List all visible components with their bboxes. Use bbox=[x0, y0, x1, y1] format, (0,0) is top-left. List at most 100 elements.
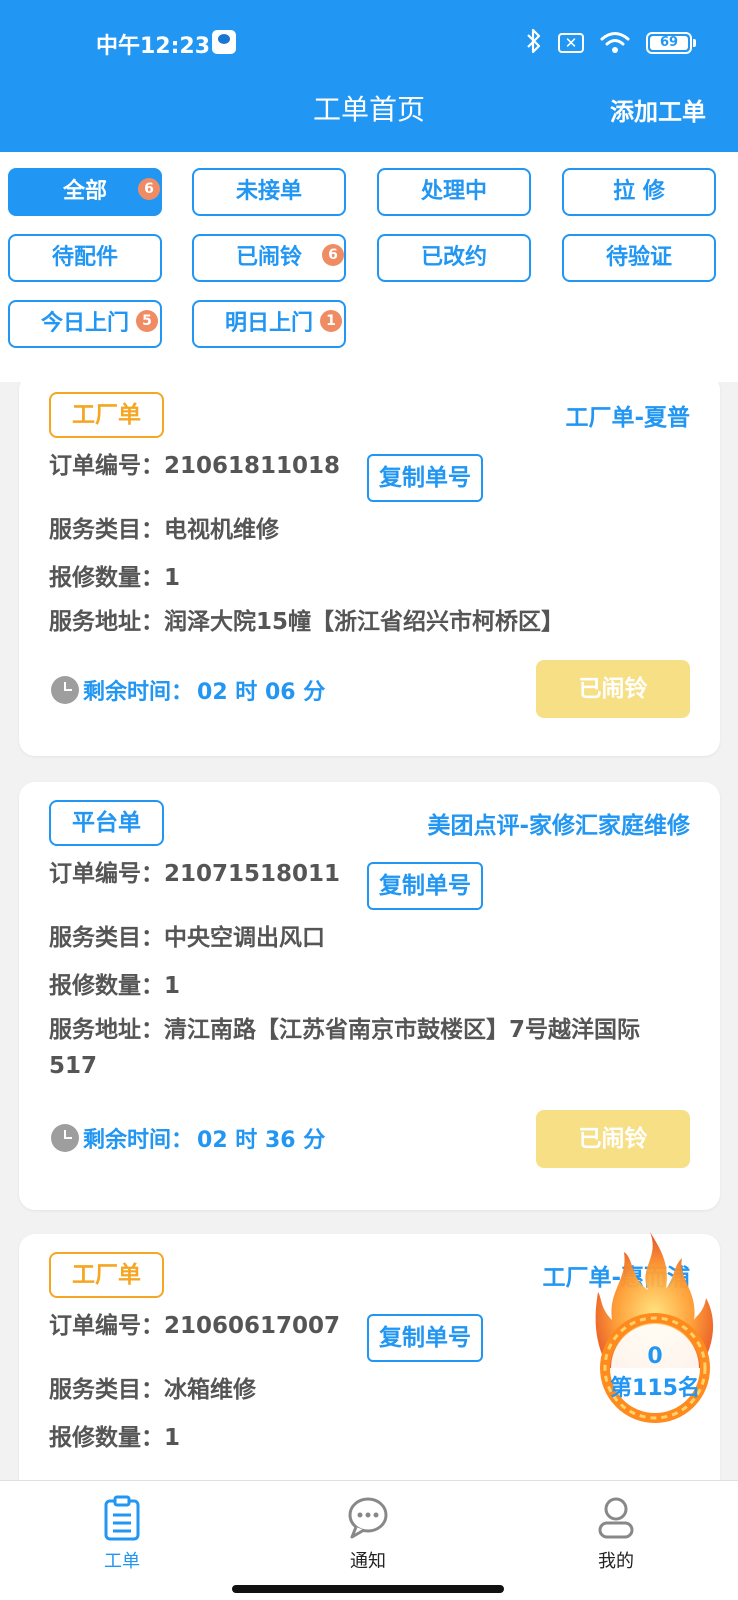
filter-alarmed-badge: 6 bbox=[322, 244, 344, 266]
order-number-row: 订单编号：21060617007 bbox=[49, 1308, 340, 1344]
quantity-row: 报修数量：1 bbox=[49, 968, 180, 1004]
battery-icon: 69 bbox=[646, 32, 696, 54]
filter-waiting-parts-label: 待配件 bbox=[51, 245, 118, 270]
order-number-label: 订单编号： bbox=[49, 1313, 164, 1339]
filter-processing[interactable]: 处理中 bbox=[377, 168, 531, 216]
order-card[interactable]: 平台单 美团点评-家修汇家庭维修 订单编号：21071518011 复制单号 服… bbox=[19, 782, 720, 1210]
service-type-value: 中央空调出风口 bbox=[164, 925, 325, 951]
order-number-label: 订单编号： bbox=[49, 861, 164, 887]
remaining-value: 02 时 06 分 bbox=[197, 680, 326, 705]
service-type-value: 冰箱维修 bbox=[164, 1377, 256, 1403]
ranking-number: 0 bbox=[647, 1344, 663, 1369]
filter-today-visit-label: 今日上门 bbox=[40, 311, 129, 336]
battery-level: 69 bbox=[650, 36, 688, 50]
status-bar: 中午12:23 ✕ 69 bbox=[0, 0, 738, 86]
filter-unaccepted-label: 未接单 bbox=[235, 179, 302, 204]
service-type-row: 服务类目：冰箱维修 bbox=[49, 1372, 256, 1408]
wifi-icon bbox=[600, 31, 630, 55]
order-type-tag: 工厂单 bbox=[49, 392, 164, 438]
filter-processing-label: 处理中 bbox=[420, 179, 487, 204]
filter-tomorrow-badge: 1 bbox=[320, 310, 342, 332]
filter-all[interactable]: 全部 6 bbox=[8, 168, 162, 216]
quantity-label: 报修数量： bbox=[49, 973, 164, 999]
filter-alarmed-label: 已闹铃 bbox=[235, 245, 302, 270]
order-number-value: 21061811018 bbox=[164, 453, 341, 479]
filter-rescheduled[interactable]: 已改约 bbox=[377, 234, 531, 282]
copy-order-number-button[interactable]: 复制单号 bbox=[367, 862, 483, 910]
app-notification-icon bbox=[212, 30, 236, 54]
quantity-value: 1 bbox=[164, 565, 181, 591]
address-label: 服务地址： bbox=[49, 609, 164, 635]
alarmed-button[interactable]: 已闹铃 bbox=[536, 660, 690, 718]
service-type-label: 服务类目： bbox=[49, 925, 164, 951]
bottom-nav: 工单 通知 我的 bbox=[0, 1480, 738, 1600]
quantity-value: 1 bbox=[164, 1425, 181, 1451]
filter-pull-repair-label: 拉 修 bbox=[613, 179, 665, 204]
tab-notify-label: 通知 bbox=[350, 1551, 386, 1572]
remaining-time: 剩余时间： 02 时 06 分 bbox=[51, 674, 325, 706]
order-type-tag: 工厂单 bbox=[49, 1252, 164, 1298]
status-time: 中午12:23 bbox=[96, 34, 211, 59]
remaining-label: 剩余时间： bbox=[83, 1128, 194, 1153]
quantity-label: 报修数量： bbox=[49, 1425, 164, 1451]
remaining-value: 02 时 36 分 bbox=[197, 1128, 326, 1153]
ranking-label: 第115名 bbox=[610, 1376, 700, 1401]
filter-alarmed[interactable]: 已闹铃 6 bbox=[192, 234, 346, 282]
service-type-label: 服务类目： bbox=[49, 517, 164, 543]
copy-order-number-button[interactable]: 复制单号 bbox=[367, 454, 483, 502]
home-indicator[interactable] bbox=[232, 1585, 504, 1593]
chat-bubble-icon bbox=[348, 1497, 388, 1539]
top-bar: 中午12:23 ✕ 69 工单首页 添加工单 bbox=[0, 0, 738, 152]
clipboard-icon bbox=[104, 1495, 140, 1541]
alarmed-button[interactable]: 已闹铃 bbox=[536, 1110, 690, 1168]
address-row: 服务地址：清江南路【江苏省南京市鼓楼区】7号越洋国际517 bbox=[49, 1012, 679, 1084]
address-value: 润泽大院15幢【浙江省绍兴市柯桥区】 bbox=[164, 609, 565, 635]
order-source: 工厂单-夏普 bbox=[565, 405, 690, 431]
no-sim-icon: ✕ bbox=[558, 33, 584, 53]
filter-tomorrow-visit-label: 明日上门 bbox=[224, 311, 313, 336]
tab-orders-label: 工单 bbox=[104, 1551, 140, 1572]
clock-icon bbox=[51, 1124, 79, 1152]
quantity-row: 报修数量：1 bbox=[49, 1420, 180, 1456]
order-number-value: 21071518011 bbox=[164, 861, 341, 887]
tab-orders[interactable]: 工单 bbox=[62, 1495, 182, 1573]
quantity-value: 1 bbox=[164, 973, 181, 999]
tab-mine[interactable]: 我的 bbox=[556, 1495, 676, 1573]
copy-order-number-button[interactable]: 复制单号 bbox=[367, 1314, 483, 1362]
filter-all-label: 全部 bbox=[62, 179, 107, 204]
address-row: 服务地址：润泽大院15幢【浙江省绍兴市柯桥区】 bbox=[49, 604, 679, 640]
address-label: 服务地址： bbox=[49, 1017, 164, 1043]
order-number-value: 21060617007 bbox=[164, 1313, 341, 1339]
status-icons: ✕ 69 bbox=[526, 28, 696, 58]
filter-today-visit[interactable]: 今日上门 5 bbox=[8, 300, 162, 348]
quantity-row: 报修数量：1 bbox=[49, 560, 180, 596]
filter-unaccepted[interactable]: 未接单 bbox=[192, 168, 346, 216]
remaining-label: 剩余时间： bbox=[83, 680, 194, 705]
remaining-time: 剩余时间： 02 时 36 分 bbox=[51, 1122, 325, 1154]
order-number-label: 订单编号： bbox=[49, 453, 164, 479]
bluetooth-icon bbox=[526, 28, 542, 58]
filter-to-verify[interactable]: 待验证 bbox=[562, 234, 716, 282]
filter-today-badge: 5 bbox=[136, 310, 158, 332]
order-number-row: 订单编号：21071518011 bbox=[49, 856, 340, 892]
order-source: 美团点评-家修汇家庭维修 bbox=[427, 813, 690, 839]
filter-waiting-parts[interactable]: 待配件 bbox=[8, 234, 162, 282]
filter-pull-repair[interactable]: 拉 修 bbox=[562, 168, 716, 216]
service-type-row: 服务类目：中央空调出风口 bbox=[49, 920, 325, 956]
order-type-tag: 平台单 bbox=[49, 800, 164, 846]
clock-icon bbox=[51, 676, 79, 704]
service-type-value: 电视机维修 bbox=[164, 517, 279, 543]
filter-rescheduled-label: 已改约 bbox=[420, 245, 487, 270]
filter-to-verify-label: 待验证 bbox=[605, 245, 672, 270]
ranking-fire-badge[interactable]: 0 第115名 bbox=[590, 1228, 720, 1428]
order-number-row: 订单编号：21061811018 bbox=[49, 448, 340, 484]
filter-all-badge: 6 bbox=[138, 178, 160, 200]
service-type-row: 服务类目：电视机维修 bbox=[49, 512, 279, 548]
add-order-button[interactable]: 添加工单 bbox=[610, 92, 706, 127]
tab-notify[interactable]: 通知 bbox=[308, 1495, 428, 1573]
service-type-label: 服务类目： bbox=[49, 1377, 164, 1403]
filter-tomorrow-visit[interactable]: 明日上门 1 bbox=[192, 300, 346, 348]
tab-mine-label: 我的 bbox=[598, 1551, 634, 1572]
filter-panel: 全部 6 未接单 处理中 拉 修 待配件 已闹铃 6 已改约 待验证 今日上门 … bbox=[0, 152, 738, 382]
order-card[interactable]: 工厂单 工厂单-夏普 订单编号：21061811018 复制单号 服务类目：电视… bbox=[19, 382, 720, 756]
